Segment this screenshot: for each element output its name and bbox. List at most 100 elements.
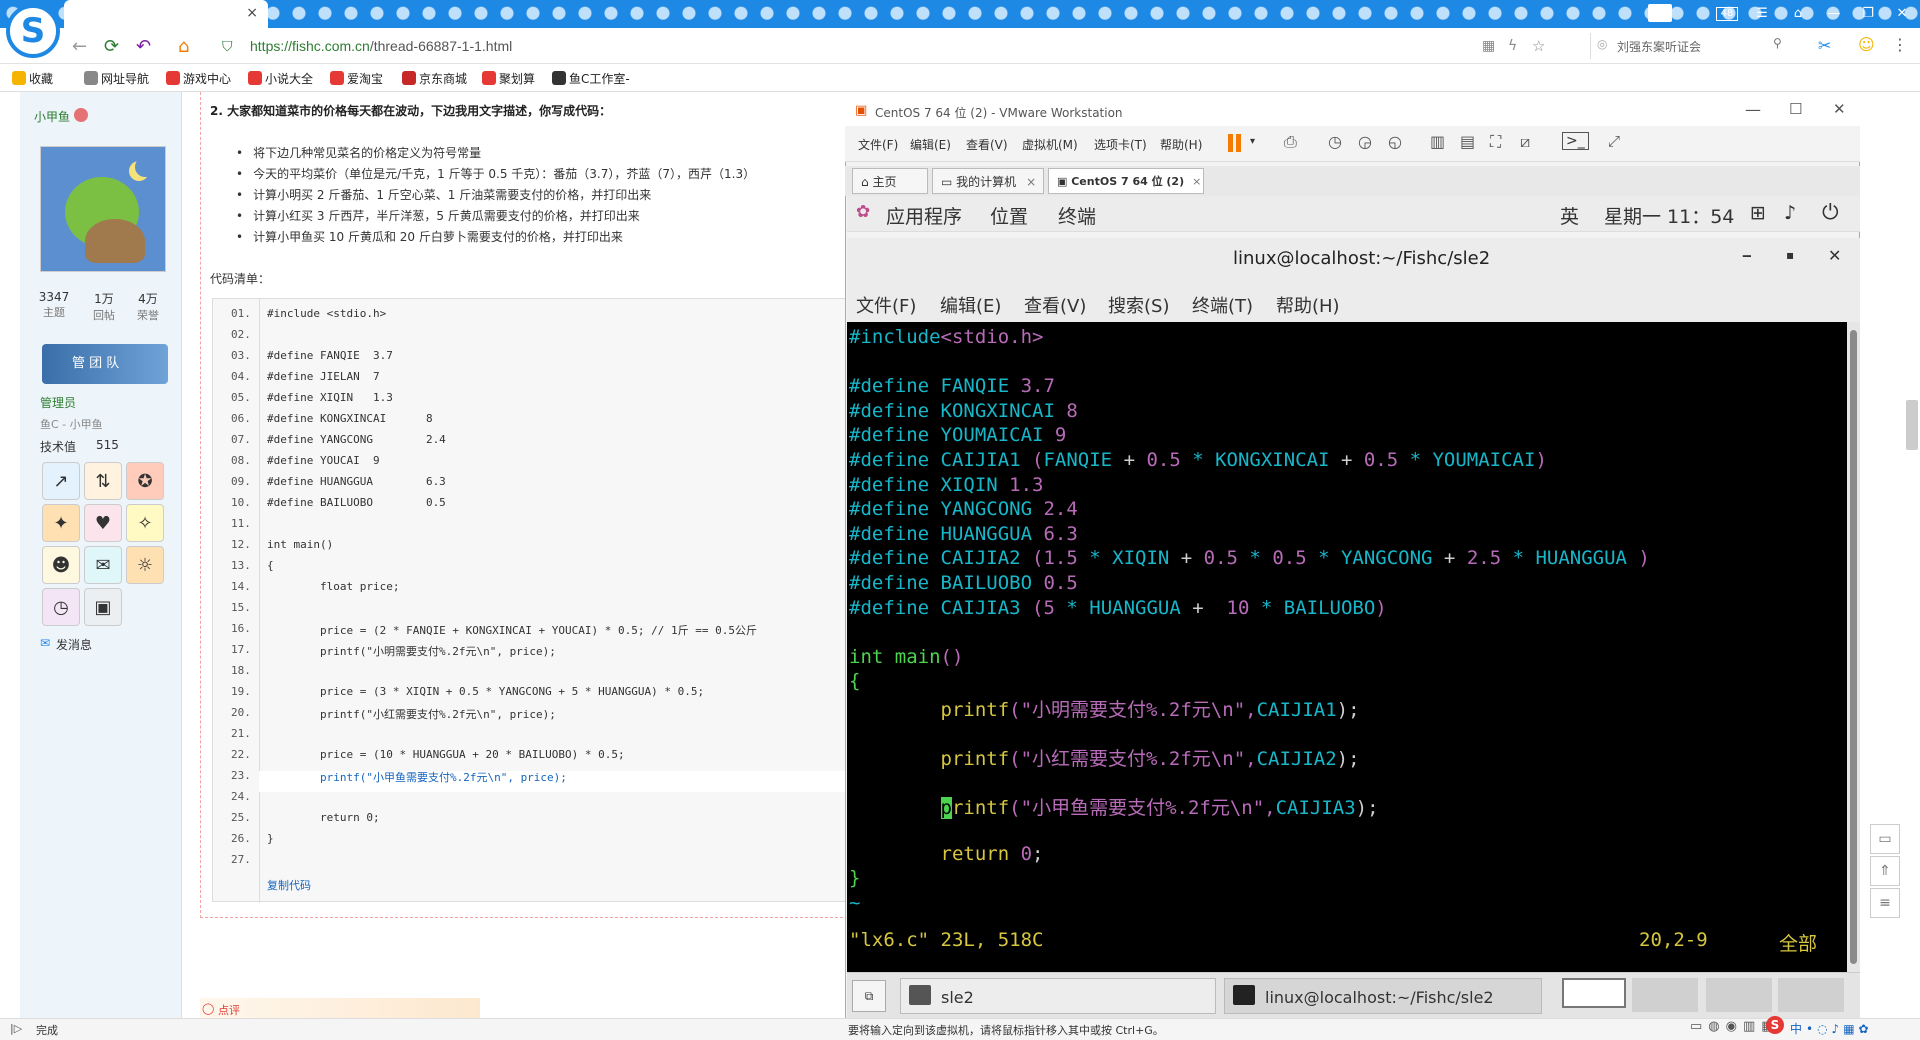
revert-icon[interactable]: ◶ xyxy=(1358,132,1372,151)
url-field[interactable]: https://fishc.com.cn/thread-66887-1-1.ht… xyxy=(250,38,512,54)
sogou-icon[interactable]: S xyxy=(1766,1016,1784,1034)
home-icon[interactable]: ⌂ xyxy=(178,36,189,57)
restore-icon[interactable]: ❐ xyxy=(1854,3,1882,25)
terminal-menu-item[interactable]: 编辑(E) xyxy=(940,292,1001,318)
terminal-menu-item[interactable]: 终端(T) xyxy=(1192,292,1253,318)
back-top-icon[interactable]: ⇑ xyxy=(1870,856,1900,886)
view-icon[interactable]: ▤ xyxy=(1460,132,1475,151)
applications-menu[interactable]: 应用程序 xyxy=(886,202,962,229)
copy-code-link[interactable]: 复制代码 xyxy=(267,877,311,893)
terminal-menu[interactable]: 终端 xyxy=(1058,202,1096,229)
message-link[interactable]: 发消息 xyxy=(56,636,92,653)
badge-bulb-icon[interactable]: ✧ xyxy=(126,504,164,542)
power-icon[interactable]: ⏻ xyxy=(1822,200,1839,225)
username-link[interactable]: 小甲鱼 xyxy=(34,108,70,125)
places-menu[interactable]: 位置 xyxy=(990,202,1028,229)
vm-menu-item[interactable]: 文件(F) xyxy=(858,136,898,153)
favorite-item[interactable]: 游戏中心 xyxy=(166,70,231,87)
network-icon[interactable]: ⊞ xyxy=(1750,202,1766,224)
user-stat[interactable]: 3347 主题 xyxy=(34,290,74,320)
message-icon[interactable]: ✉ xyxy=(40,636,50,650)
badge-camera-icon[interactable]: ▣ xyxy=(84,588,122,626)
badge-star-icon[interactable]: ✦ xyxy=(42,504,80,542)
close-window-icon[interactable]: ✕ xyxy=(1888,3,1916,25)
task-folder[interactable]: sle2 xyxy=(900,978,1216,1014)
workspace-4[interactable] xyxy=(1778,978,1844,1012)
tab-my-computer[interactable]: ▭ 我的计算机 × xyxy=(932,168,1044,194)
tab-centos[interactable]: ▣ CentOS 7 64 位 (2) × xyxy=(1048,168,1204,194)
console-icon[interactable]: >_ xyxy=(1562,132,1589,150)
star-icon[interactable]: ☆ xyxy=(1532,37,1545,55)
ime-indicator[interactable]: 英 xyxy=(1560,202,1579,229)
comment-icon[interactable]: ◯ xyxy=(202,1002,214,1015)
page-scrollbar-thumb[interactable] xyxy=(1906,400,1918,450)
badge-medal-icon[interactable]: ✪ xyxy=(126,462,164,500)
terminal-menu-item[interactable]: 文件(F) xyxy=(856,292,916,318)
tab-home[interactable]: ⌂ 主页 xyxy=(852,168,928,194)
chat-float-icon[interactable]: ▭ xyxy=(1870,824,1900,854)
qr-icon[interactable]: ▦ xyxy=(1482,38,1495,54)
send-keys-icon[interactable]: ⎙ xyxy=(1284,132,1297,152)
vm-maximize-icon[interactable]: ☐ xyxy=(1789,100,1802,118)
tab-count-badge[interactable]: 48 xyxy=(1716,7,1738,21)
badge-clock-icon[interactable]: ◷ xyxy=(42,588,80,626)
favorite-item[interactable]: 爱淘宝 xyxy=(330,70,383,87)
term-close-icon[interactable]: ✕ xyxy=(1828,246,1841,265)
favorite-item[interactable]: 网址导航 xyxy=(84,70,149,87)
skin-icon[interactable]: ⌂ xyxy=(1784,3,1812,25)
user-stat[interactable]: 4万 荣誉 xyxy=(128,290,168,323)
favorite-item[interactable]: 京东商城 xyxy=(402,70,467,87)
minimize-icon[interactable]: — xyxy=(1820,3,1848,25)
workspace-3[interactable] xyxy=(1706,978,1772,1012)
stretch-icon[interactable]: ⤢ xyxy=(1608,132,1620,150)
refresh-icon[interactable]: ⟳ xyxy=(104,36,119,57)
vm-minimize-icon[interactable]: — xyxy=(1745,100,1761,119)
more-icon[interactable]: ⋮ xyxy=(1892,35,1908,54)
active-tab[interactable]: × xyxy=(64,0,268,28)
favorite-item[interactable]: 鱼C工作室- xyxy=(552,70,630,87)
snapshot-icon[interactable]: ◷ xyxy=(1328,132,1342,151)
pause-icon[interactable] xyxy=(1228,134,1233,152)
show-desktop-icon[interactable]: ⧉ xyxy=(852,980,886,1012)
badge-up-icon[interactable]: ↗ xyxy=(42,462,80,500)
bolt-icon[interactable]: ϟ xyxy=(1508,38,1517,54)
search-box[interactable]: ◎ 刘强东案听证会 ⚲ xyxy=(1590,33,1790,59)
favorite-item[interactable]: 聚划算 xyxy=(482,70,535,87)
emoji-icon[interactable]: ☺ xyxy=(1858,35,1875,54)
favorite-item[interactable]: 收藏 xyxy=(12,70,53,87)
vm-menu-item[interactable]: 虚拟机(M) xyxy=(1022,136,1078,153)
ime-tray-icons[interactable]: 中•◌♪▦✿ xyxy=(1790,1020,1873,1037)
search-icon[interactable]: ⚲ xyxy=(1773,36,1782,50)
terminal-menu-item[interactable]: 搜索(S) xyxy=(1108,292,1169,318)
user-stat[interactable]: 1万 回帖 xyxy=(84,290,124,323)
badge-chat-icon[interactable]: ✉ xyxy=(84,546,122,584)
tab-close-icon[interactable]: × xyxy=(246,5,258,21)
fullscreen-icon[interactable]: ⛶ xyxy=(1490,132,1501,152)
favorite-item[interactable]: 小说大全 xyxy=(248,70,313,87)
volume-icon[interactable]: ♪ xyxy=(1784,202,1796,224)
vm-close-icon[interactable]: ✕ xyxy=(1833,100,1846,118)
clock[interactable]: 星期一 11：54 xyxy=(1604,202,1734,229)
pause-dropdown-icon[interactable]: ▾ xyxy=(1250,136,1255,147)
terminal-menu-item[interactable]: 帮助(H) xyxy=(1276,292,1340,318)
terminal-screen[interactable]: #include<stdio.h> #define FANQIE 3.7 #defi… xyxy=(847,322,1847,972)
task-terminal[interactable]: linux@localhost:~/Fishc/sle2 xyxy=(1224,978,1542,1014)
undo-icon[interactable]: ↶ xyxy=(136,36,151,57)
vm-menu-item[interactable]: 编辑(E) xyxy=(910,136,951,153)
badge-face-icon[interactable]: ☻ xyxy=(42,546,80,584)
tabs-count-icon[interactable] xyxy=(1648,4,1672,22)
badge-chart-icon[interactable]: ⇅ xyxy=(84,462,122,500)
search-input[interactable]: 刘强东案听证会 xyxy=(1617,38,1701,55)
workspace-1[interactable] xyxy=(1562,978,1626,1008)
vm-menu-item[interactable]: 选项卡(T) xyxy=(1094,136,1147,153)
term-minimize-icon[interactable]: ‒ xyxy=(1742,248,1752,264)
tools-icon[interactable]: ✂ xyxy=(1818,36,1831,55)
badge-fish-icon[interactable]: ☼ xyxy=(126,546,164,584)
unity-icon[interactable]: ⧄ xyxy=(1520,132,1530,152)
term-maximize-icon[interactable]: ▪ xyxy=(1786,248,1794,262)
badge-heart-icon[interactable]: ♥ xyxy=(84,504,122,542)
avatar[interactable] xyxy=(40,146,166,272)
back-icon[interactable]: ← xyxy=(72,36,87,57)
library-icon[interactable]: ▥ xyxy=(1430,132,1445,151)
terminal-menu-item[interactable]: 查看(V) xyxy=(1024,292,1086,318)
